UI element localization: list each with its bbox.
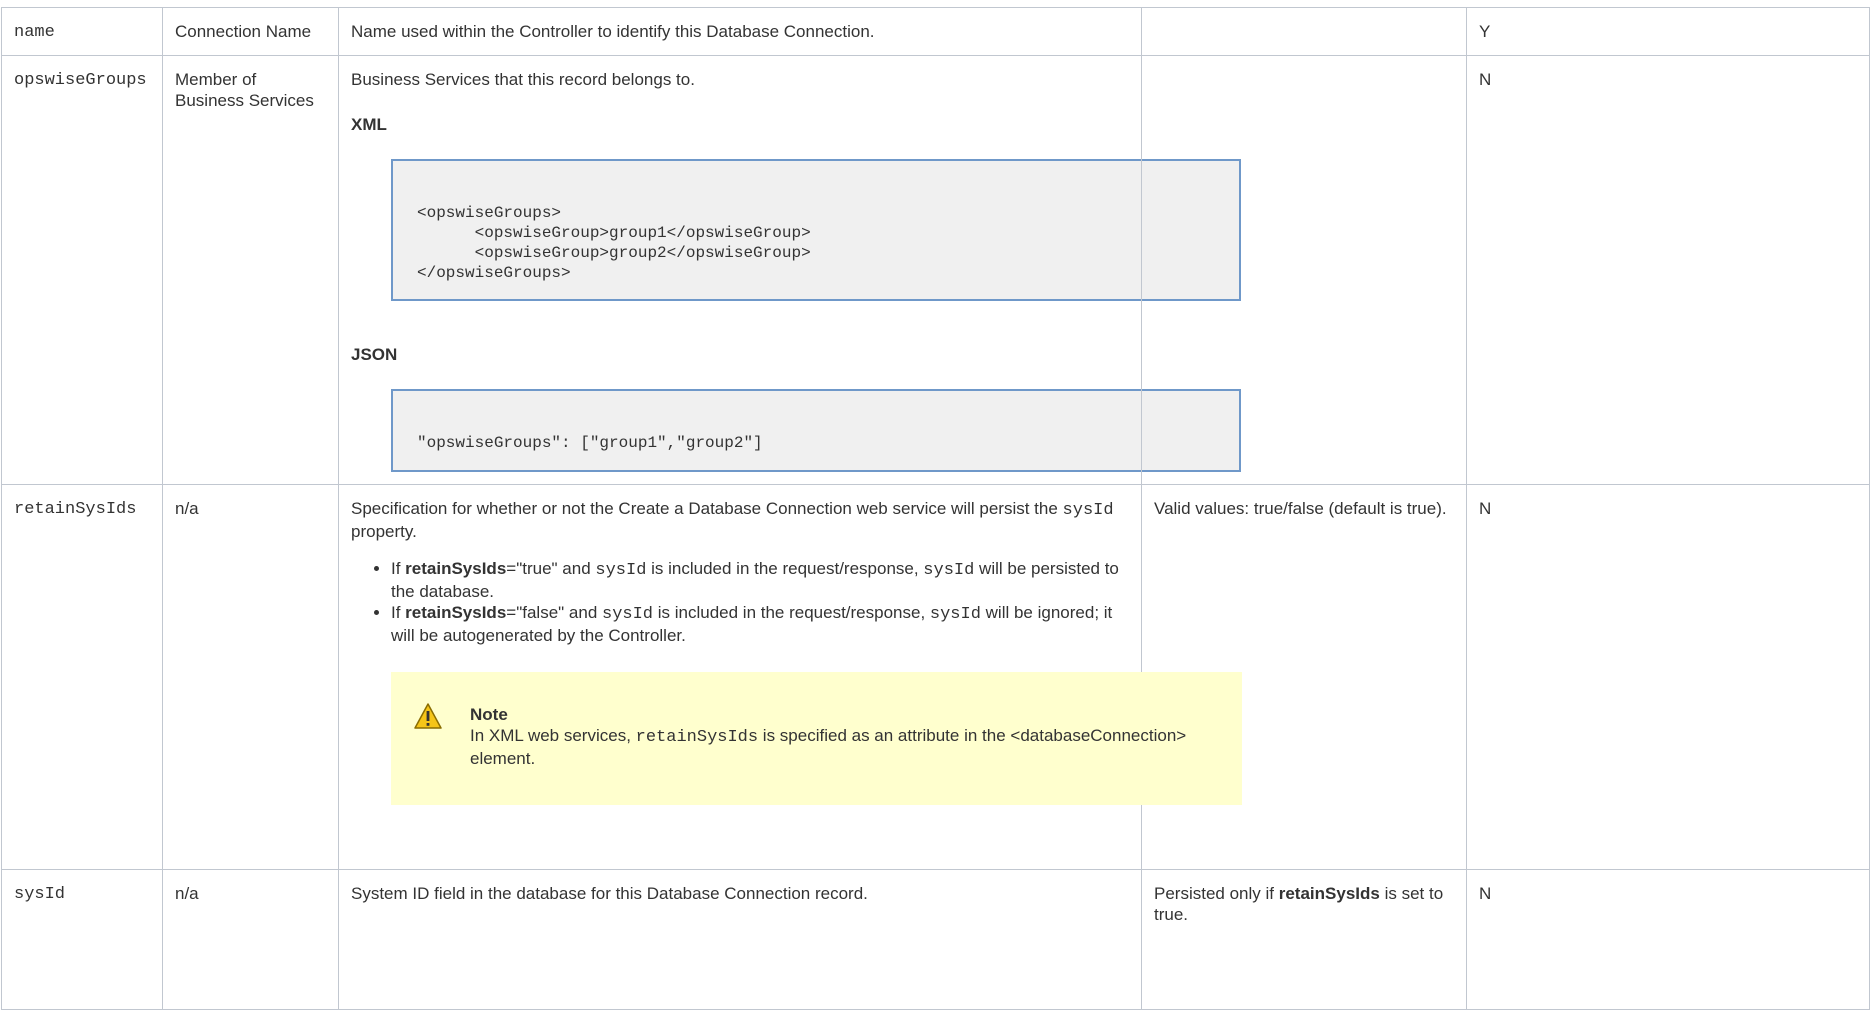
bullet-text: If bbox=[391, 603, 406, 622]
field-values-cell: Persisted only if retainSysIds is set to… bbox=[1141, 869, 1467, 1010]
inline-code: sysId bbox=[602, 605, 654, 624]
field-values: Valid values: true/false (default is tru… bbox=[1154, 499, 1447, 518]
table-row: retainSysIds n/a Specification for wheth… bbox=[1, 484, 1870, 870]
xml-section-title: XML bbox=[351, 115, 387, 134]
warning-icon bbox=[414, 703, 442, 729]
field-name-cell: opswiseGroups bbox=[1, 55, 163, 485]
description-text: Specification for whether or not the Cre… bbox=[351, 499, 1063, 518]
field-description-cell: Specification for whether or not the Cre… bbox=[338, 484, 1242, 870]
field-values bbox=[1142, 56, 1466, 81]
table-row: opswiseGroups Member of Business Service… bbox=[1, 55, 1870, 485]
field-required-cell: N bbox=[1466, 869, 1870, 1010]
field-label-cell: n/a bbox=[162, 484, 339, 870]
field-values bbox=[1142, 8, 1466, 33]
field-label-cell: Member of Business Services bbox=[162, 55, 339, 485]
bullet-bold-text: retainSysIds bbox=[405, 559, 507, 578]
field-required: N bbox=[1479, 70, 1492, 89]
note-panel: Note In XML web services, retainSysIds i… bbox=[391, 672, 1242, 805]
bullet-text: is included in the request/response, bbox=[646, 559, 924, 578]
bullet-text: If bbox=[391, 559, 406, 578]
parameters-table: name Connection Name Name used within th… bbox=[1, 7, 1870, 1010]
field-values-cell bbox=[1141, 55, 1467, 485]
field-name-cell: retainSysIds bbox=[1, 484, 163, 870]
field-description: Specification for whether or not the Cre… bbox=[351, 498, 1129, 542]
bullet-bold-text: retainSysIds bbox=[405, 603, 507, 622]
xml-code-block: <opswiseGroups> <opswiseGroup>group1</op… bbox=[391, 159, 1241, 301]
description-text: property. bbox=[351, 522, 417, 541]
bullet-list: If retainSysIds="true" and sysId is incl… bbox=[351, 558, 1129, 646]
note-text: In XML web services, bbox=[470, 726, 636, 745]
note-body: In XML web services, retainSysIds is spe… bbox=[470, 725, 1222, 769]
field-name: name bbox=[14, 23, 55, 42]
field-name-cell: name bbox=[1, 7, 163, 56]
inline-code: sysId bbox=[923, 561, 975, 580]
field-label: n/a bbox=[175, 884, 199, 903]
values-bold-text: retainSysIds bbox=[1278, 884, 1380, 903]
field-values-cell bbox=[1141, 7, 1467, 56]
field-description: Business Services that this record belon… bbox=[351, 70, 695, 89]
field-required-cell: Y bbox=[1466, 7, 1870, 56]
bullet-text: is included in the request/response, bbox=[653, 603, 930, 622]
inline-code: retainSysIds bbox=[635, 728, 759, 747]
inline-code: sysId bbox=[595, 561, 647, 580]
json-section-title: JSON bbox=[351, 345, 398, 364]
json-code-block: "opswiseGroups": ["group1","group2"] bbox=[391, 389, 1241, 472]
field-label: n/a bbox=[175, 499, 199, 518]
field-name-cell: sysId bbox=[1, 869, 163, 1010]
note-title: Note bbox=[470, 705, 508, 724]
field-description-cell: System ID field in the database for this… bbox=[338, 869, 1142, 1010]
field-label: Member of Business Services bbox=[175, 70, 314, 110]
field-description: Name used within the Controller to ident… bbox=[351, 22, 875, 41]
field-name: opswiseGroups bbox=[14, 71, 147, 90]
field-name: sysId bbox=[14, 885, 66, 904]
values-text: Persisted only if bbox=[1154, 884, 1279, 903]
inline-code: sysId bbox=[929, 605, 981, 624]
field-description-cell: Name used within the Controller to ident… bbox=[338, 7, 1142, 56]
field-required: Y bbox=[1479, 22, 1491, 41]
field-description-cell: Business Services that this record belon… bbox=[338, 55, 1241, 485]
field-values: Persisted only if retainSysIds is set to… bbox=[1142, 870, 1466, 937]
field-label-cell: n/a bbox=[162, 869, 339, 1010]
field-required-cell: N bbox=[1466, 55, 1870, 485]
list-item: If retainSysIds="false" and sysId is inc… bbox=[391, 602, 1129, 646]
table-row: sysId n/a System ID field in the databas… bbox=[1, 869, 1870, 1010]
field-required: N bbox=[1479, 884, 1492, 903]
field-label-cell: Connection Name bbox=[162, 7, 339, 56]
bullet-text: ="false" and bbox=[506, 603, 602, 622]
field-required-cell: N bbox=[1466, 484, 1870, 870]
inline-code: sysId bbox=[1062, 501, 1114, 520]
field-name: retainSysIds bbox=[14, 500, 137, 519]
field-label: Connection Name bbox=[175, 22, 312, 41]
table-row: name Connection Name Name used within th… bbox=[1, 7, 1870, 56]
list-item: If retainSysIds="true" and sysId is incl… bbox=[391, 558, 1129, 602]
field-description: System ID field in the database for this… bbox=[351, 884, 868, 903]
field-required: N bbox=[1479, 499, 1492, 518]
bullet-text: ="true" and bbox=[506, 559, 596, 578]
